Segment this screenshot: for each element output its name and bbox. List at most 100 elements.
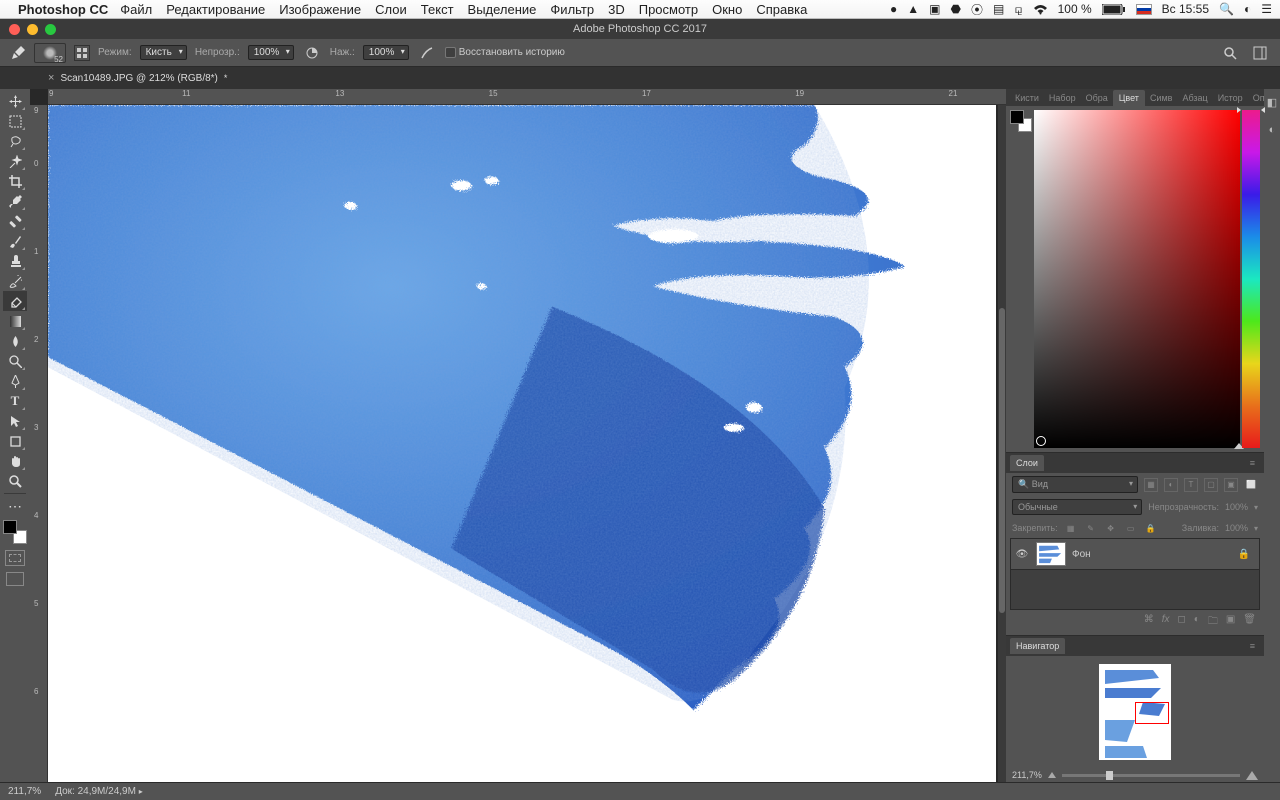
layer-name[interactable]: Фон — [1072, 549, 1091, 560]
zoom-out-icon[interactable] — [1048, 772, 1056, 778]
pen-tool[interactable] — [3, 371, 27, 391]
airbrush-icon[interactable] — [417, 44, 437, 62]
menu-filter[interactable]: Фильтр — [550, 2, 594, 17]
lock-icon[interactable]: 🔒 — [1238, 549, 1250, 560]
layer-thumbnail[interactable] — [1036, 542, 1066, 566]
brush-preset-picker[interactable]: 52 — [34, 43, 66, 63]
blur-tool[interactable] — [3, 331, 27, 351]
status-icon[interactable]: ⬣ — [950, 2, 960, 16]
lock-pos-icon[interactable]: ✥ — [1104, 521, 1118, 535]
minimize-button[interactable] — [27, 24, 38, 35]
healing-tool[interactable] — [3, 211, 27, 231]
menu-help[interactable]: Справка — [756, 2, 807, 17]
status-icon[interactable]: ▲ — [907, 2, 919, 16]
move-tool[interactable] — [3, 91, 27, 111]
marquee-tool[interactable] — [3, 111, 27, 131]
close-tab-icon[interactable]: × — [48, 72, 54, 84]
lock-trans-icon[interactable]: ▦ — [1064, 521, 1078, 535]
document-tab[interactable]: × Scan10489.JPG @ 212% (RGB/8*) * — [40, 69, 235, 87]
layer-opacity-value[interactable]: 100% — [1225, 502, 1248, 512]
menu-image[interactable]: Изображение — [279, 2, 361, 17]
panel-color-swatches[interactable] — [1010, 110, 1032, 132]
filter-shape-icon[interactable]: ▢ — [1204, 478, 1218, 492]
workspace-icon[interactable] — [1250, 44, 1270, 62]
mode-dropdown[interactable]: Кисть — [140, 45, 187, 60]
lock-art-icon[interactable]: ▭ — [1124, 521, 1138, 535]
app-name[interactable]: Photoshop CC — [18, 2, 108, 17]
tab-paragraph[interactable]: Абзац — [1177, 93, 1212, 103]
group-icon[interactable]: 🗀 — [1208, 614, 1218, 631]
tab-layers[interactable]: Слои — [1010, 455, 1044, 471]
dodge-tool[interactable] — [3, 351, 27, 371]
ruler-horizontal[interactable]: 9 11 13 15 17 19 21 — [48, 89, 1006, 105]
stamp-tool[interactable] — [3, 251, 27, 271]
pressure-opacity-icon[interactable] — [302, 44, 322, 62]
screenmode-toggle[interactable] — [6, 572, 24, 586]
brush-tool[interactable] — [3, 231, 27, 251]
status-icon[interactable]: ⦿ — [971, 1, 983, 18]
menu-3d[interactable]: 3D — [608, 2, 625, 17]
status-icon[interactable]: ● — [890, 2, 897, 16]
filter-pixel-icon[interactable]: ▦ — [1144, 478, 1158, 492]
battery-icon[interactable] — [1102, 4, 1126, 15]
layer-item[interactable]: 👁 Фон 🔒 — [1011, 539, 1259, 569]
zoom-tool[interactable] — [3, 471, 27, 491]
nav-zoom-value[interactable]: 211,7% — [1012, 770, 1042, 780]
fx-icon[interactable]: fx — [1162, 614, 1170, 631]
canvas[interactable] — [48, 105, 996, 782]
wand-tool[interactable] — [3, 151, 27, 171]
opacity-input[interactable]: 100% — [248, 45, 294, 60]
dock-icon[interactable]: ◐ — [1265, 123, 1279, 137]
delete-layer-icon[interactable]: 🗑 — [1243, 614, 1256, 631]
lock-all-icon[interactable]: 🔒 — [1144, 521, 1158, 535]
tab-color[interactable]: Цвет — [1113, 90, 1145, 106]
brush-panel-toggle[interactable] — [74, 45, 90, 61]
menu-select[interactable]: Выделение — [468, 2, 537, 17]
new-layer-icon[interactable]: ▣ — [1226, 614, 1235, 631]
adjustment-icon[interactable]: ◐ — [1194, 614, 1200, 631]
tab-navigator[interactable]: Навигатор — [1010, 638, 1065, 654]
tab-properties[interactable]: Обра — [1081, 93, 1113, 103]
ruler-vertical[interactable]: 9 0 1 2 3 4 5 6 — [30, 105, 48, 782]
close-button[interactable] — [9, 24, 20, 35]
history-brush-tool[interactable] — [3, 271, 27, 291]
dock-icon[interactable]: ◧ — [1265, 95, 1279, 109]
tab-history[interactable]: Истор — [1213, 93, 1248, 103]
panel-menu-icon[interactable]: ≡ — [1245, 458, 1260, 468]
status-icon[interactable]: ▤ — [993, 2, 1004, 16]
menu-file[interactable]: Файл — [120, 2, 152, 17]
lock-paint-icon[interactable]: ✎ — [1084, 521, 1098, 535]
spotlight-icon[interactable]: 🔍 — [1219, 2, 1234, 16]
quickmask-toggle[interactable] — [5, 550, 25, 566]
filter-smart-icon[interactable]: ▣ — [1224, 478, 1238, 492]
menu-layers[interactable]: Слои — [375, 2, 407, 17]
zoom-slider[interactable] — [1062, 774, 1240, 777]
status-doc[interactable]: Док: 24,9M/24,9M ▸ — [55, 786, 143, 797]
wifi-icon[interactable] — [1033, 4, 1048, 15]
navigator-thumbnail[interactable] — [1099, 664, 1171, 760]
notification-icon[interactable]: ☰ — [1261, 2, 1272, 16]
current-tool-icon[interactable] — [10, 45, 26, 61]
hand-tool[interactable] — [3, 451, 27, 471]
edit-toolbar[interactable]: ⋯ — [3, 496, 27, 516]
lasso-tool[interactable] — [3, 131, 27, 151]
input-flag-icon[interactable] — [1136, 4, 1152, 15]
search-icon[interactable] — [1220, 44, 1240, 62]
shape-tool[interactable] — [3, 431, 27, 451]
restore-history-checkbox[interactable]: Восстановить историю — [445, 47, 565, 58]
zoom-in-icon[interactable] — [1246, 771, 1258, 780]
menu-view[interactable]: Просмотр — [639, 2, 698, 17]
mask-icon[interactable]: ◻ — [1177, 614, 1185, 631]
eyedropper-tool[interactable] — [3, 191, 27, 211]
crop-tool[interactable] — [3, 171, 27, 191]
status-zoom[interactable]: 211,7% — [8, 786, 41, 797]
menu-edit[interactable]: Редактирование — [166, 2, 265, 17]
navigator-viewport[interactable] — [1135, 702, 1169, 724]
tab-character[interactable]: Симв — [1145, 93, 1178, 103]
color-swatches[interactable] — [3, 520, 27, 544]
layer-filter-dropdown[interactable]: 🔍 Вид — [1012, 476, 1138, 493]
fill-value[interactable]: 100% — [1225, 523, 1248, 533]
tab-swatches[interactable]: Набор — [1044, 93, 1081, 103]
maximize-button[interactable] — [45, 24, 56, 35]
status-icon[interactable]: ▣ — [929, 2, 940, 16]
